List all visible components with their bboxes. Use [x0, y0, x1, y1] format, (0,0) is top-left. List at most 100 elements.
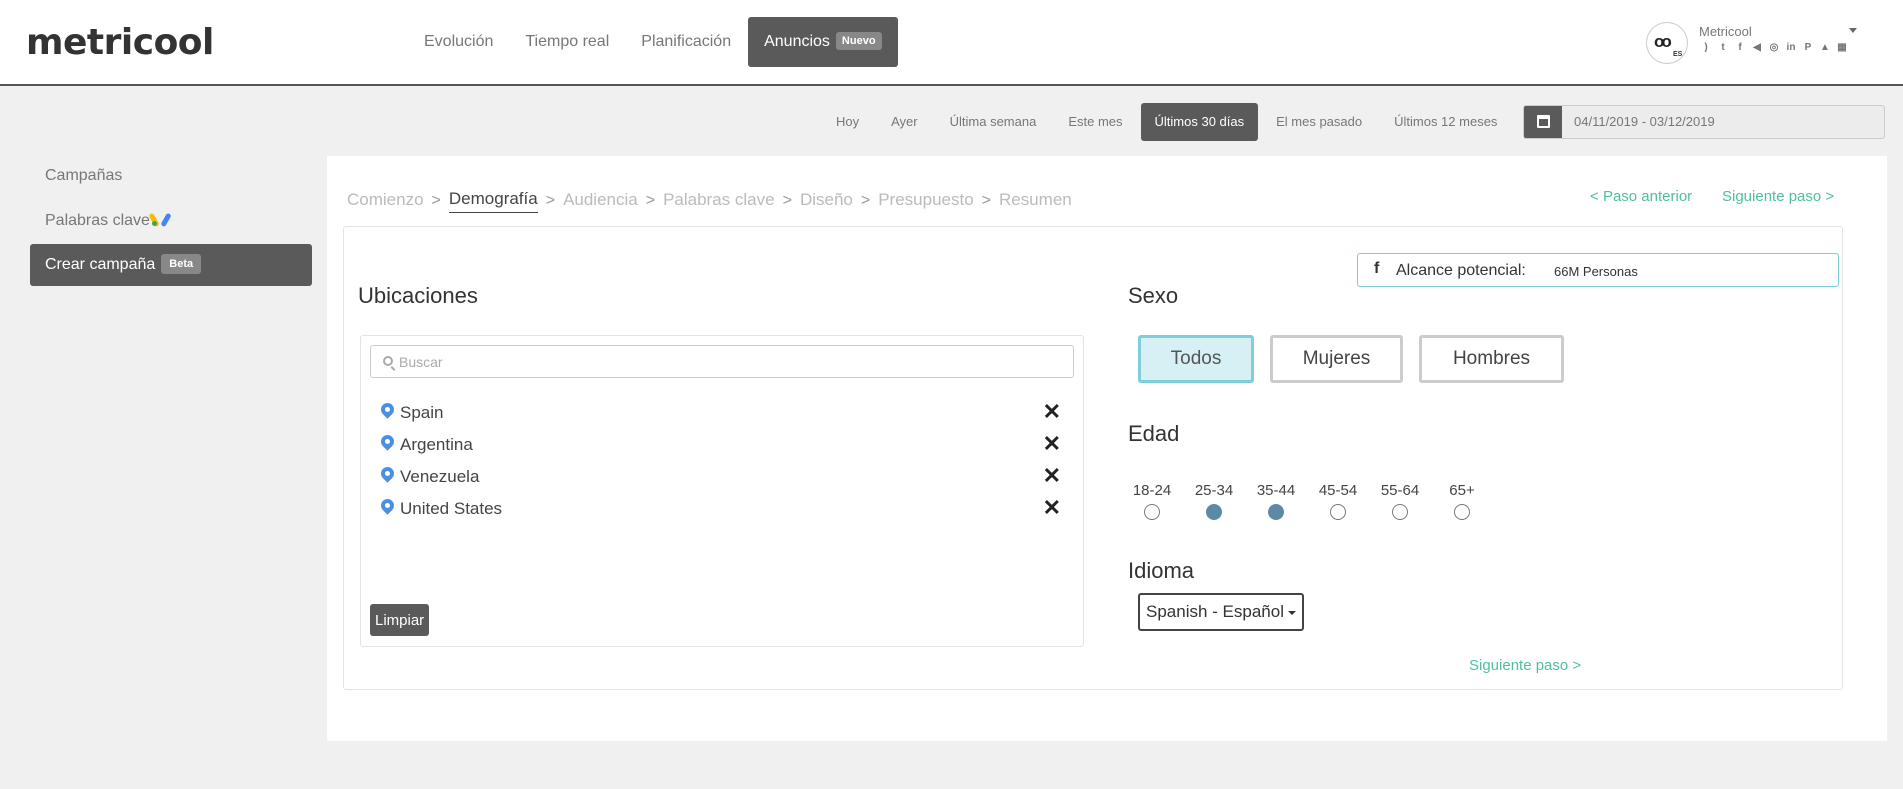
list-item: Spain ✕ — [378, 399, 1061, 425]
location-search-input[interactable] — [399, 350, 1059, 374]
age-label: 55-64 — [1380, 482, 1420, 499]
reach-label: Alcance potencial: — [1396, 262, 1526, 279]
next-step-link[interactable]: Siguiente paso > — [1722, 188, 1834, 205]
store-icon: ▦ — [1837, 42, 1847, 53]
previous-step-label: Paso anterior — [1602, 188, 1693, 205]
remove-location-button[interactable]: ✕ — [1043, 431, 1061, 457]
list-item: Argentina ✕ — [378, 431, 1061, 457]
age-label: 65+ — [1449, 482, 1475, 499]
date-ayer[interactable]: Ayer — [875, 103, 934, 141]
age-radio[interactable] — [1144, 504, 1160, 520]
step-presupuesto[interactable]: Presupuesto — [878, 190, 973, 213]
age-option-35-44[interactable]: 35-44 — [1254, 482, 1298, 520]
google-ads-icon: ▲ — [1820, 42, 1830, 53]
linkedin-icon: in — [1786, 42, 1796, 53]
reach-value: 66M Personas — [1554, 264, 1638, 279]
step-resumen[interactable]: Resumen — [999, 190, 1072, 213]
age-radio[interactable] — [1330, 504, 1346, 520]
chevron-right-icon: > — [645, 192, 656, 209]
remove-location-button[interactable]: ✕ — [1043, 495, 1061, 521]
step-comienzo[interactable]: Comienzo — [347, 190, 424, 213]
sidebar-item-campanas[interactable]: Campañas — [30, 155, 312, 197]
age-option-65-plus[interactable]: 65+ — [1440, 482, 1484, 520]
list-item: Venezuela ✕ — [378, 463, 1061, 489]
sidebar-item-label: Crear campaña — [45, 256, 156, 273]
date-mes-pasado[interactable]: El mes pasado — [1260, 103, 1378, 141]
language-select[interactable]: Spanish - Español — [1138, 593, 1304, 631]
location-name: United States — [400, 499, 503, 518]
caret-down-icon — [1287, 611, 1296, 615]
chevron-right-icon: > — [1825, 188, 1835, 205]
pinterest-icon: P — [1804, 42, 1812, 53]
top-header: metricool Evolución Tiempo real Planific… — [0, 0, 1903, 86]
clear-locations-button[interactable]: Limpiar — [370, 604, 430, 636]
social-icons: ) t f ◀ ◎ in P ▲ ▦ — [1699, 41, 1849, 55]
previous-step-link[interactable]: < Paso anterior — [1590, 188, 1692, 205]
age-label: 18-24 — [1132, 482, 1172, 499]
next-step-bottom-link[interactable]: Siguiente paso > — [1469, 657, 1581, 674]
location-name: Spain — [400, 403, 444, 422]
language-value: Spanish - Español — [1146, 602, 1284, 621]
sex-todos-button[interactable]: Todos — [1138, 335, 1254, 383]
account-name: Metricool — [1699, 24, 1752, 39]
sidebar-item-crear-campana[interactable]: Crear campaña Beta — [30, 244, 312, 286]
location-name: Argentina — [400, 435, 473, 454]
chevron-right-icon: > — [981, 192, 991, 209]
next-step-label: Siguiente paso — [1469, 657, 1569, 674]
date-ultimos-30-dias[interactable]: Últimos 30 días — [1140, 103, 1259, 141]
avatar-text: oo — [1654, 32, 1672, 51]
chevron-right-icon: > — [431, 192, 441, 209]
metricool-logo[interactable]: metricool — [26, 22, 214, 63]
sidebar-item-palabras-clave[interactable]: Palabras clave — [30, 200, 312, 242]
beta-badge: Beta — [161, 254, 202, 274]
age-option-18-24[interactable]: 18-24 — [1130, 482, 1174, 520]
sex-mujeres-button[interactable]: Mujeres — [1270, 335, 1403, 383]
sex-title: Sexo — [1128, 283, 1179, 308]
step-audiencia[interactable]: Audiencia — [563, 190, 638, 213]
facebook-icon: f — [1738, 42, 1742, 53]
remove-location-button[interactable]: ✕ — [1043, 463, 1061, 489]
search-icon — [383, 356, 393, 366]
next-step-label: Siguiente paso — [1722, 188, 1822, 205]
location-name: Venezuela — [400, 467, 480, 486]
date-hoy[interactable]: Hoy — [820, 103, 875, 141]
step-demografia[interactable]: Demografía — [448, 189, 538, 213]
avatar: oo ES — [1646, 22, 1688, 64]
remove-location-button[interactable]: ✕ — [1043, 399, 1061, 425]
chevron-left-icon: < — [1590, 188, 1599, 205]
date-este-mes[interactable]: Este mes — [1052, 103, 1138, 141]
date-ultima-semana[interactable]: Última semana — [934, 103, 1053, 141]
age-label: 45-54 — [1318, 482, 1358, 499]
age-label: 25-34 — [1194, 482, 1234, 499]
nav-evolucion[interactable]: Evolución — [408, 17, 509, 67]
main-nav: Evolución Tiempo real Planificación Anun… — [408, 17, 898, 67]
age-radio[interactable] — [1206, 504, 1222, 520]
step-diseno[interactable]: Diseño — [800, 190, 853, 213]
date-range-picker[interactable]: 04/11/2019 - 03/12/2019 — [1523, 105, 1885, 139]
demographics-form: f Alcance potencial: 66M Personas Ubicac… — [343, 226, 1843, 690]
age-radio[interactable] — [1392, 504, 1408, 520]
sex-hombres-button[interactable]: Hombres — [1419, 335, 1564, 383]
nav-planificacion[interactable]: Planificación — [625, 17, 747, 67]
nav-anuncios-label: Anuncios — [764, 33, 830, 50]
breadcrumb: Comienzo > Demografía > Audiencia > Pala… — [347, 189, 1072, 213]
calendar-button[interactable] — [1524, 106, 1562, 138]
step-palabras-clave[interactable]: Palabras clave — [663, 190, 775, 213]
account-switcher[interactable]: oo ES Metricool ) t f ◀ ◎ in P ▲ ▦ — [1646, 20, 1866, 66]
age-option-45-54[interactable]: 45-54 — [1316, 482, 1360, 520]
chevron-right-icon: > — [545, 192, 556, 209]
age-title: Edad — [1128, 421, 1180, 446]
age-option-25-34[interactable]: 25-34 — [1192, 482, 1236, 520]
age-radio[interactable] — [1454, 504, 1470, 520]
potential-reach-box: f Alcance potencial: 66M Personas — [1357, 253, 1839, 287]
google-ads-icon — [148, 212, 172, 228]
age-option-55-64[interactable]: 55-64 — [1378, 482, 1422, 520]
map-pin-icon — [378, 400, 397, 419]
map-pin-icon — [378, 496, 397, 515]
date-ultimos-12-meses[interactable]: Últimos 12 meses — [1378, 103, 1513, 141]
nav-anuncios[interactable]: Anuncios Nuevo — [748, 17, 898, 67]
nav-tiempo-real[interactable]: Tiempo real — [509, 17, 625, 67]
age-radio[interactable] — [1268, 504, 1284, 520]
chevron-right-icon: > — [860, 192, 871, 209]
language-title: Idioma — [1128, 558, 1195, 583]
